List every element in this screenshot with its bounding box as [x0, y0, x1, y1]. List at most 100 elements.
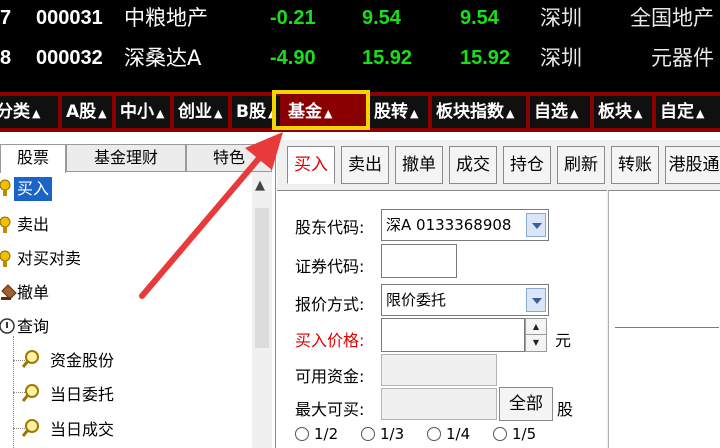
- sell-icon: [0, 216, 11, 233]
- triangle-up-icon: ▲: [696, 107, 705, 120]
- buy-sell-icon: [0, 250, 11, 267]
- tree-item-label: 撤单: [17, 283, 50, 302]
- price-change: -4.90: [270, 47, 316, 69]
- max-buy-label: 最大可买:: [295, 400, 365, 419]
- tab-label: 自定: [660, 102, 694, 122]
- tab-label: 中小: [120, 102, 154, 122]
- quote-detail-area: [608, 190, 720, 448]
- shares-unit: 股: [557, 400, 574, 419]
- tab-stocks[interactable]: 股票: [0, 144, 66, 173]
- fraction-label: 1/2: [314, 425, 339, 443]
- security-code-input[interactable]: [381, 244, 457, 278]
- tree-item-label: 资金股份: [50, 351, 115, 370]
- price-change: -0.21: [270, 7, 316, 29]
- stock-name: 深桑达A: [124, 46, 202, 70]
- scroll-thumb[interactable]: [255, 208, 269, 348]
- tree-item-label: 当日委托: [50, 385, 115, 404]
- holder-code-value: 深A 0133368908: [386, 216, 512, 234]
- step-up-icon[interactable]: ▲: [526, 319, 546, 335]
- price-stepper[interactable]: ▲ ▼: [525, 318, 547, 352]
- quote-row[interactable]: 8 000032 深桑达A -4.90 15.92 15.92 深圳 元器件: [0, 40, 720, 76]
- tab-sector-index[interactable]: 板块指数 ▲: [432, 96, 526, 128]
- available-funds-label: 可用资金:: [295, 367, 365, 386]
- last-price: 15.92: [460, 47, 511, 69]
- magnifier-icon: [21, 350, 39, 368]
- tree-item-label: 卖出: [17, 215, 50, 234]
- buy-price-label: 买入价格:: [295, 331, 365, 350]
- buy-tab-button[interactable]: 买入: [287, 146, 335, 184]
- radio-circle[interactable]: [493, 427, 507, 441]
- refresh-button[interactable]: 刷新: [557, 146, 605, 184]
- tab-label: 自选: [534, 102, 568, 122]
- tab-label: 板块指数: [436, 102, 504, 122]
- radio-circle[interactable]: [295, 427, 309, 441]
- tab-category[interactable]: 分类 ▲: [0, 96, 58, 128]
- function-tree-panel: 股票 基金理财 特色 ▲ 买入 卖出 对买对卖 撤单 查询 资金股份 当日委托 …: [0, 140, 276, 448]
- triangle-up-icon: ▲: [634, 107, 643, 120]
- fraction-radio-quarter[interactable]: 1/4: [427, 423, 470, 445]
- price-mode-value: 限价委托: [386, 291, 447, 309]
- price-mode-label: 报价方式:: [295, 295, 365, 314]
- stock-code: 000032: [36, 47, 103, 69]
- tab-watchlist[interactable]: 自选 ▲: [530, 96, 590, 128]
- trades-tab-button[interactable]: 成交: [449, 146, 497, 184]
- tree-item-label: 当日成交: [50, 420, 115, 439]
- positions-tab-button[interactable]: 持仓: [503, 146, 551, 184]
- tab-label: 分类: [0, 102, 30, 122]
- tab-nasdaq-transfer[interactable]: 股转 ▲: [370, 96, 428, 128]
- triangle-up-icon: ▲: [570, 107, 579, 120]
- current-price: 15.92: [362, 47, 413, 69]
- region: 深圳: [540, 46, 582, 70]
- quote-board: 7 000031 中粮地产 -0.21 9.54 9.54 深圳 全国地产 8 …: [0, 0, 720, 86]
- tab-chinext[interactable]: 创业 ▲: [174, 96, 228, 128]
- tree-scrollbar[interactable]: ▲: [252, 172, 272, 448]
- last-price: 9.54: [460, 7, 499, 29]
- fraction-radio-fifth[interactable]: 1/5: [493, 423, 536, 445]
- current-price: 9.54: [362, 7, 401, 29]
- radio-circle[interactable]: [361, 427, 375, 441]
- magnifier-icon: [21, 384, 39, 402]
- tab-a-shares[interactable]: A股 ▲: [62, 96, 112, 128]
- chevron-down-icon[interactable]: [526, 213, 546, 237]
- tab-label: A股: [66, 102, 97, 122]
- stock-code: 000031: [36, 7, 103, 29]
- holder-code-label: 股东代码:: [295, 218, 365, 237]
- sell-tab-button[interactable]: 卖出: [341, 146, 389, 184]
- all-button[interactable]: 全部: [499, 387, 553, 421]
- quote-row[interactable]: 7 000031 中粮地产 -0.21 9.54 9.54 深圳 全国地产: [0, 0, 720, 36]
- transfer-button[interactable]: 转账: [611, 146, 659, 184]
- tab-label: 股转: [374, 102, 408, 122]
- holder-code-select[interactable]: 深A 0133368908: [381, 209, 549, 241]
- triangle-up-icon: ▲: [156, 107, 165, 120]
- radio-circle[interactable]: [427, 427, 441, 441]
- tab-custom[interactable]: 自定 ▲: [656, 96, 720, 128]
- triangle-up-icon: ▲: [410, 107, 419, 120]
- scroll-up-icon[interactable]: ▲: [255, 178, 265, 193]
- triangle-up-icon: ▲: [98, 107, 107, 120]
- fraction-label: 1/5: [512, 425, 537, 443]
- step-down-icon[interactable]: ▼: [526, 335, 546, 351]
- fraction-radio-half[interactable]: 1/2: [295, 423, 338, 445]
- tab-fund-finance[interactable]: 基金理财: [66, 144, 186, 172]
- magnifier-icon: [21, 419, 39, 437]
- triangle-up-icon: ▲: [506, 107, 515, 120]
- tab-label: 板块: [598, 102, 632, 122]
- tree-item-label: 查询: [17, 317, 50, 336]
- tree-item-label: 对买对卖: [17, 249, 82, 268]
- chevron-down-icon[interactable]: [526, 288, 546, 312]
- tab-featured[interactable]: 特色: [186, 144, 272, 172]
- triangle-up-icon: ▲: [32, 107, 41, 120]
- divider-line: [615, 327, 719, 328]
- tab-sectors[interactable]: 板块 ▲: [594, 96, 652, 128]
- hk-connect-button[interactable]: 港股通: [665, 146, 720, 184]
- tab-label: B股: [236, 102, 266, 122]
- price-mode-select[interactable]: 限价委托: [381, 284, 549, 316]
- fraction-radio-third[interactable]: 1/3: [361, 423, 404, 445]
- industry: 全国地产: [630, 6, 714, 30]
- trade-panel: 买入 卖出 撤单 成交 持仓 刷新 转账 港股通 股东代码: 深A 013336…: [277, 140, 720, 448]
- tab-sme[interactable]: 中小 ▲: [116, 96, 170, 128]
- tab-label: 创业: [178, 102, 212, 122]
- buy-price-input[interactable]: [381, 318, 525, 352]
- cancel-tab-button[interactable]: 撤单: [395, 146, 443, 184]
- row-index: 7: [0, 7, 12, 29]
